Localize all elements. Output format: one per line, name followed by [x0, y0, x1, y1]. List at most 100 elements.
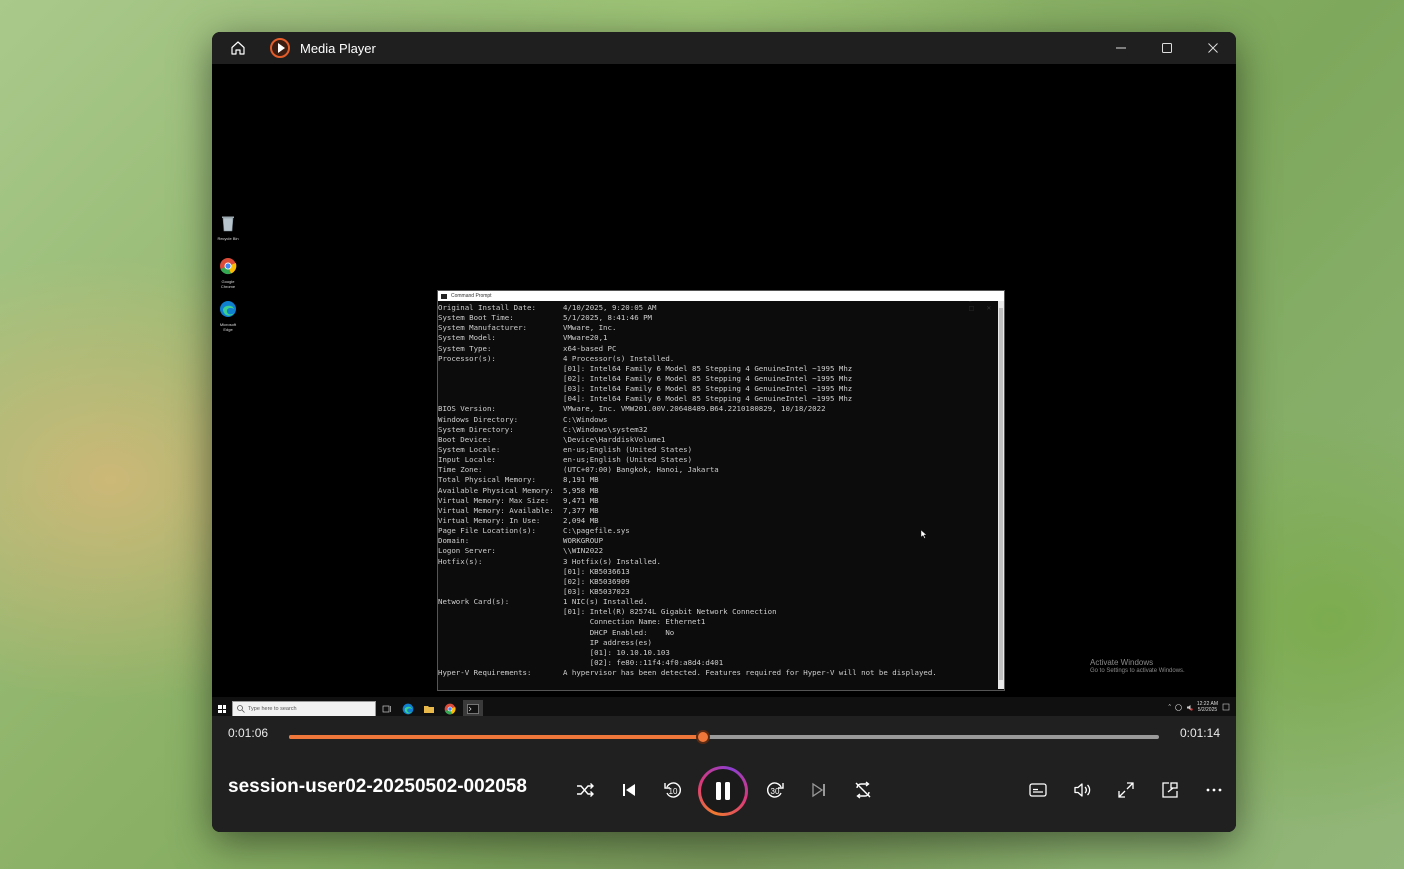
cmd-line-key: Time Zone:: [438, 465, 483, 475]
desktop-icon-recycle-bin: Recycle Bin: [217, 214, 239, 241]
shuffle-button[interactable]: [571, 776, 599, 804]
notification-icon: [1222, 703, 1230, 711]
more-options-button[interactable]: [1200, 776, 1228, 804]
chevron-up-icon: ^: [1168, 704, 1171, 710]
minimize-button[interactable]: [1098, 32, 1144, 64]
cmd-line-key: System Locale:: [438, 444, 501, 454]
cmd-line-value: [01]: Intel64 Family 6 Model 85 Stepping…: [563, 363, 853, 373]
cmd-line: Virtual Memory: Available: 7,377 MB: [438, 506, 1004, 516]
cmd-line-key: Original Install Date:: [438, 303, 536, 312]
system-tray: ^ 12:22 AM 5/2/2025: [1169, 701, 1231, 713]
rewind-10-icon: 10: [664, 782, 682, 798]
cmd-line-key: Network Card(s):: [438, 597, 510, 607]
cmd-line-key: Hyper-V Requirements:: [438, 668, 532, 678]
cmd-line: [04]: Intel64 Family 6 Model 85 Stepping…: [438, 394, 1004, 404]
mini-player-button[interactable]: [1156, 776, 1184, 804]
playback-controls: 0:01:06 0:01:14 session-user02-20250502-…: [212, 716, 1236, 832]
cmd-line-value: 3 Hotfix(s) Installed.: [563, 556, 661, 566]
repeat-off-icon: [855, 781, 871, 799]
pause-button[interactable]: [698, 766, 748, 816]
cmd-title: Command Prompt: [451, 293, 492, 299]
cmd-line: System Model: VMware20,1: [438, 333, 1004, 343]
repeat-button[interactable]: [849, 776, 877, 804]
cmd-line-key: System Boot Time:: [438, 313, 514, 323]
cmd-line-key: System Directory:: [438, 424, 514, 434]
cmd-line: IP address(es): [438, 638, 1004, 648]
cmd-line: Hyper-V Requirements: A hypervisor has be…: [438, 668, 1004, 678]
cmd-line-key: Logon Server:: [438, 546, 496, 556]
volume-icon: [1074, 783, 1091, 797]
rewind-10-button[interactable]: 10: [659, 776, 687, 804]
taskbar-search-placeholder: Type here to search: [248, 706, 297, 712]
cmd-line-value: x64-based PC: [563, 343, 617, 353]
cmd-line-key: System Manufacturer:: [438, 323, 527, 333]
cmd-line-value: 1 NIC(s) Installed.: [563, 597, 648, 607]
cmd-line: Original Install Date: 4/10/2025, 9:20:05…: [438, 303, 1004, 313]
chrome-taskbar-icon: [444, 703, 456, 715]
cmd-line-key: Input Locale:: [438, 455, 496, 465]
skip-next-icon: [812, 782, 825, 798]
cmd-line-key: BIOS Version:: [438, 404, 496, 414]
cmd-line: Windows Directory: C:\Windows: [438, 415, 1004, 425]
cmd-line-value: DHCP Enabled: No: [563, 627, 675, 637]
cmd-line-value: [04]: Intel64 Family 6 Model 85 Stepping…: [563, 394, 853, 404]
previous-button[interactable]: [615, 776, 643, 804]
media-player-window: Media Player Recycle Bin Google Chrome M…: [212, 32, 1236, 832]
cmd-line-value: en-us;English (United States): [563, 455, 693, 465]
cmd-scrollbar: [998, 301, 1004, 689]
fullscreen-button[interactable]: [1112, 776, 1140, 804]
desktop-icon-chrome: Google Chrome: [217, 257, 239, 289]
seek-bar-thumb[interactable]: [695, 730, 710, 744]
cmd-line-value: [02]: KB5036909: [563, 576, 630, 586]
activate-line1: Activate Windows: [1090, 658, 1154, 667]
cmd-line: [02]: KB5036909: [438, 577, 1004, 587]
captions-button[interactable]: [1024, 776, 1052, 804]
mini-player-icon: [1162, 782, 1178, 798]
cmd-line-value: [02]: fe80::11f4:4f0:a8d4:d401: [563, 657, 724, 667]
volume-button[interactable]: [1068, 776, 1096, 804]
file-explorer-icon: [424, 706, 434, 713]
cmd-line-key: Virtual Memory: In Use:: [438, 515, 541, 525]
shuffle-icon: [577, 783, 594, 797]
search-icon: [237, 705, 245, 713]
cmd-line-value: \Device\HarddiskVolume1: [563, 434, 666, 444]
recycle-bin-icon: [222, 216, 234, 232]
cmd-line-value: Connection Name: Ethernet1: [563, 617, 706, 627]
forward-30-button[interactable]: 30: [761, 776, 789, 804]
start-icon: [218, 705, 226, 713]
cmd-line: Network Card(s): 1 NIC(s) Installed.: [438, 597, 1004, 607]
cmd-line: System Boot Time: 5/1/2025, 8:41:46 PM: [438, 313, 1004, 323]
seek-bar-progress: [289, 735, 703, 739]
cmd-line: Connection Name: Ethernet1: [438, 617, 1004, 627]
cmd-line-value: 9,471 MB: [563, 495, 599, 505]
cmd-line-key: Processor(s):: [438, 353, 496, 363]
cmd-line-key: System Model:: [438, 333, 496, 343]
mouse-cursor-icon: [921, 530, 927, 539]
close-button[interactable]: [1190, 32, 1236, 64]
video-frame[interactable]: Recycle Bin Google Chrome Microsoft Edge…: [212, 64, 1236, 721]
maximize-button[interactable]: [1144, 32, 1190, 64]
fullscreen-icon: [1118, 782, 1134, 798]
cmd-line-value: VMware20,1: [563, 333, 608, 343]
desktop-icon-label: Google Chrome: [220, 279, 236, 289]
cmd-line: Time Zone: (UTC+07:00) Bangkok, Hanoi, Ja…: [438, 465, 1004, 475]
cmd-line: Page File Location(s): C:\pagefile.sys: [438, 526, 1004, 536]
cmd-line-value: [01]: KB5036613: [563, 566, 630, 576]
cmd-line: DHCP Enabled: No: [438, 628, 1004, 638]
speaker-icon: [1186, 704, 1193, 711]
desktop-icon-label: Recycle Bin: [217, 236, 239, 241]
cmd-line-value: (UTC+07:00) Bangkok, Hanoi, Jakarta: [563, 465, 719, 475]
cmd-line-value: [01]: 10.10.10.103: [563, 647, 670, 657]
seek-bar[interactable]: [289, 730, 1159, 744]
cmd-line-value: 5/1/2025, 8:41:46 PM: [563, 313, 652, 323]
cmd-line-key: Windows Directory:: [438, 414, 519, 424]
cmd-line: Processor(s): 4 Processor(s) Installed.: [438, 354, 1004, 364]
home-button[interactable]: [226, 36, 250, 60]
edge-icon: [220, 301, 236, 317]
cmd-line-value: en-us;English (United States): [563, 444, 693, 454]
cmd-line-key: System Type:: [438, 343, 492, 353]
cmd-line: System Locale: en-us;English (United Stat…: [438, 445, 1004, 455]
desktop-icon-edge: Microsoft Edge: [217, 300, 239, 332]
next-button[interactable]: [805, 776, 833, 804]
total-time: 0:01:14: [1179, 726, 1220, 740]
